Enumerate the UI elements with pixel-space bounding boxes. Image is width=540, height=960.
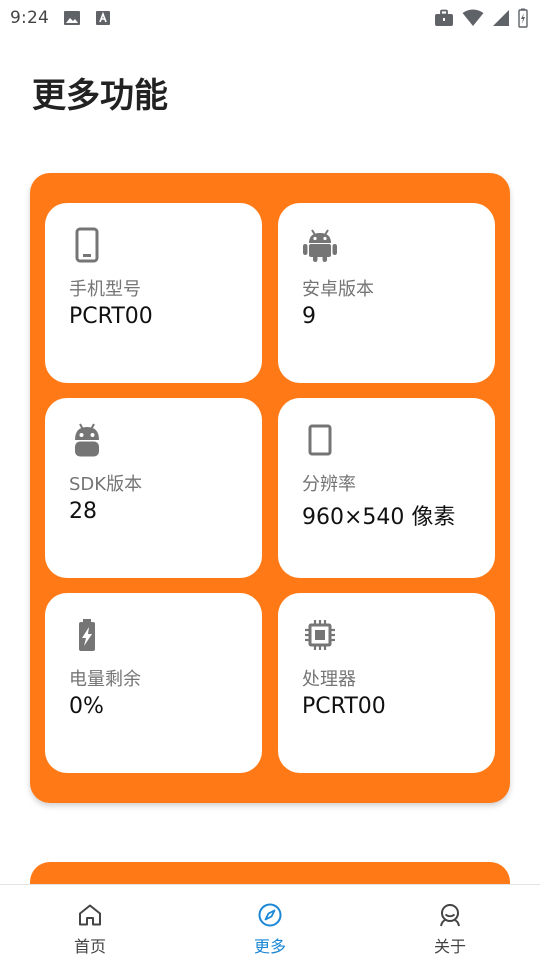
status-left: 9:24 xyxy=(10,8,111,28)
android-icon xyxy=(302,227,338,263)
info-card-resolution[interactable]: 分辨率 960×540 像素 xyxy=(278,398,495,578)
screen: 9:24 更多功能 手机型号 PCRT00 安卓版本 9 SDK版本 28 分辨… xyxy=(0,0,540,960)
card-label: SDK版本 xyxy=(69,474,143,495)
image-icon xyxy=(63,10,81,26)
card-value: 0% xyxy=(69,694,104,719)
card-value: PCRT00 xyxy=(302,694,386,719)
battery-icon xyxy=(69,617,105,653)
nav-item-about[interactable]: 关于 xyxy=(360,885,540,960)
home-icon xyxy=(77,903,103,931)
font-download-icon xyxy=(95,10,111,26)
card-value: 28 xyxy=(69,499,97,524)
chip-icon xyxy=(302,617,338,653)
info-card-phone-model[interactable]: 手机型号 PCRT00 xyxy=(45,203,262,383)
status-time: 9:24 xyxy=(10,8,49,28)
card-value: PCRT00 xyxy=(69,304,153,329)
briefcase-icon xyxy=(434,9,454,27)
card-value: 960×540 像素 xyxy=(302,505,456,530)
status-right xyxy=(434,8,528,28)
nav-label: 关于 xyxy=(433,937,466,956)
bottom-navigation: 首页 更多 关于 xyxy=(0,884,540,960)
info-card-battery[interactable]: 电量剩余 0% xyxy=(45,593,262,773)
phone-icon xyxy=(69,227,105,263)
nav-label: 首页 xyxy=(73,937,106,956)
info-card-sdk-version[interactable]: SDK版本 28 xyxy=(45,398,262,578)
card-value: 9 xyxy=(302,304,316,329)
signal-icon xyxy=(492,9,510,27)
nav-item-more[interactable]: 更多 xyxy=(180,885,360,960)
nav-label: 更多 xyxy=(253,937,286,956)
card-label: 分辨率 xyxy=(302,474,356,495)
battery-charging-icon xyxy=(518,8,528,28)
info-card-android-version[interactable]: 安卓版本 9 xyxy=(278,203,495,383)
android-head-icon xyxy=(69,422,105,458)
device-info-panel: 手机型号 PCRT00 安卓版本 9 SDK版本 28 分辨率 960×540 … xyxy=(30,173,510,803)
info-card-processor[interactable]: 处理器 PCRT00 xyxy=(278,593,495,773)
compass-icon xyxy=(257,903,283,931)
page-title: 更多功能 xyxy=(32,76,168,116)
wifi-icon xyxy=(462,9,484,27)
status-bar: 9:24 xyxy=(0,0,540,36)
card-label: 手机型号 xyxy=(69,279,141,300)
card-label: 电量剩余 xyxy=(69,669,141,690)
person-icon xyxy=(437,903,463,931)
card-label: 处理器 xyxy=(302,669,356,690)
nav-item-home[interactable]: 首页 xyxy=(0,885,180,960)
screen-icon xyxy=(302,422,338,458)
card-label: 安卓版本 xyxy=(302,279,374,300)
